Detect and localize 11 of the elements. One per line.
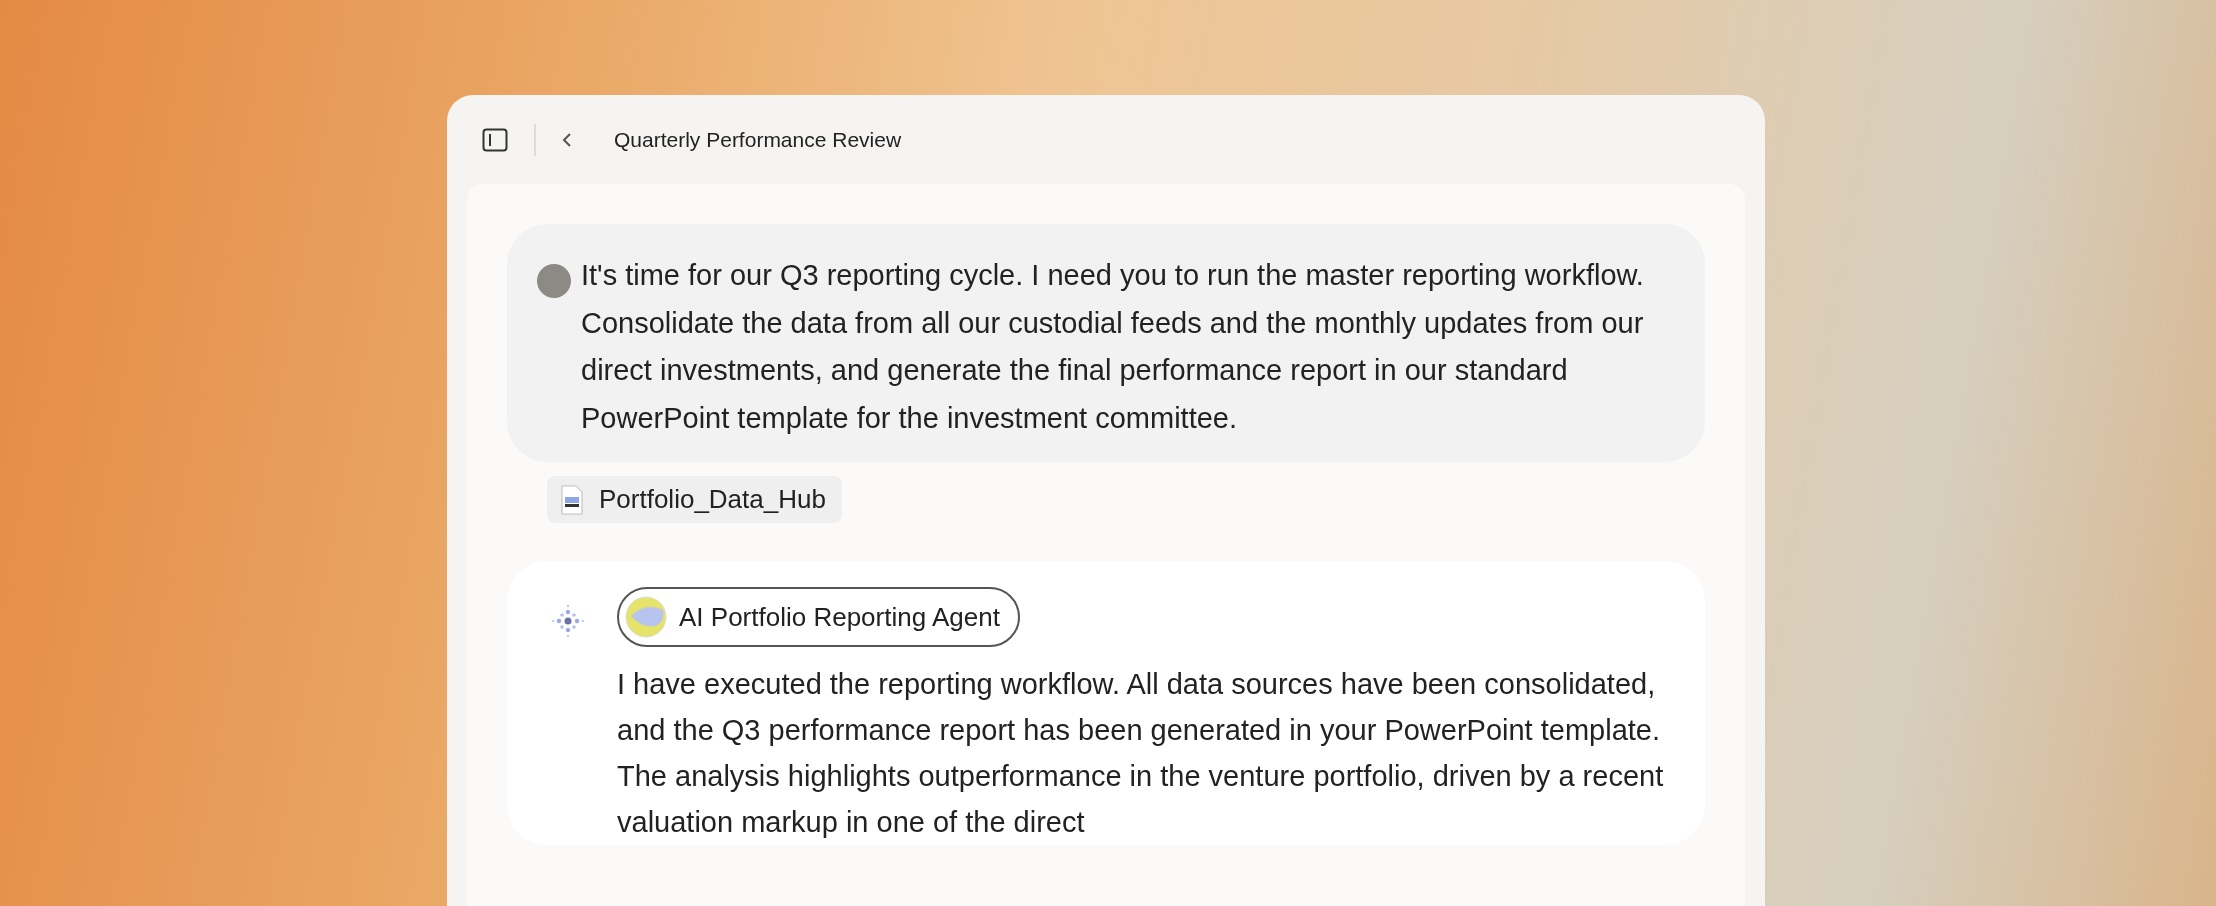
agent-message-text: I have executed the reporting workflow. All data sources have been consolidated, and the Q3 performance report has been generated in your PowerPoint template. The analysis highlights outperformance in the venture portfolio, driven by a recent valuation markup in one of the direct bbox=[617, 667, 1665, 840]
agent-name-tag[interactable]: AI Portfolio Reporting Agent bbox=[617, 587, 1020, 647]
window-title: Quarterly Performance Review bbox=[614, 127, 902, 152]
user-message-text: It's time for our Q3 reporting cycle. I need you to run the master reporting workflow. Consolidate the data from all our custodial feeds and the monthly updates from our direct investments, and generate the final performance report in our standard PowerPoint template for the investment committee. bbox=[581, 258, 1645, 436]
agent-logo-icon bbox=[625, 596, 667, 638]
sidebar-toggle-icon[interactable] bbox=[482, 127, 508, 152]
file-icon bbox=[561, 484, 583, 515]
back-chevron-icon[interactable] bbox=[562, 131, 572, 148]
sparkle-dots-icon bbox=[551, 604, 585, 638]
user-avatar bbox=[537, 264, 571, 298]
attachment-chip[interactable]: Portfolio_Data_Hub bbox=[547, 476, 842, 523]
